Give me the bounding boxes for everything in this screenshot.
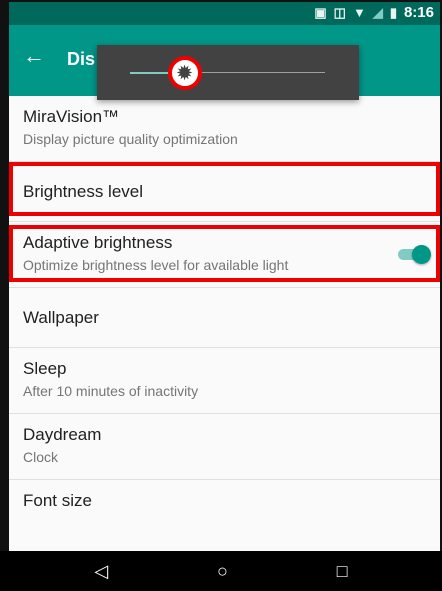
status-icons: ▣ ◫ ▼ ◢ ▮ 8:16 xyxy=(314,4,434,21)
setting-title: Adaptive brightness xyxy=(23,233,173,252)
setting-title: MiraVision™ xyxy=(23,107,120,126)
back-triangle-icon[interactable]: ◁ xyxy=(94,561,108,582)
brightness-icon[interactable]: ✹ xyxy=(167,56,202,90)
cast-icon: ▣ xyxy=(314,4,327,20)
setting-subtitle: After 10 minutes of inactivity xyxy=(23,383,199,399)
navigation-bar: ◁ ○ □ xyxy=(0,551,442,591)
setting-subtitle: Clock xyxy=(23,449,59,465)
setting-title: Brightness level xyxy=(23,182,144,201)
status-bar: ▣ ◫ ▼ ◢ ▮ 8:16 xyxy=(0,0,442,25)
setting-miravision[interactable]: MiraVision™ Display picture quality opti… xyxy=(9,96,440,162)
setting-font-size[interactable]: Font size xyxy=(9,480,440,546)
setting-title: Font size xyxy=(23,491,92,510)
setting-daydream[interactable]: Daydream Clock xyxy=(9,414,440,480)
setting-title: Sleep xyxy=(23,359,67,378)
setting-title: Wallpaper xyxy=(23,308,99,327)
vibrate-icon: ◫ xyxy=(333,4,346,20)
home-circle-icon[interactable]: ○ xyxy=(217,561,228,582)
setting-title: Daydream xyxy=(23,425,102,444)
setting-adaptive-brightness[interactable]: Adaptive brightness Optimize brightness … xyxy=(9,222,440,288)
wifi-icon: ▼ xyxy=(352,5,366,20)
toggle-thumb xyxy=(412,245,431,264)
arrow-left-icon[interactable]: ← xyxy=(23,45,45,67)
settings-list: MiraVision™ Display picture quality opti… xyxy=(9,96,440,546)
setting-brightness-level[interactable]: Brightness level xyxy=(9,162,440,222)
setting-sleep[interactable]: Sleep After 10 minutes of inactivity xyxy=(9,348,440,414)
recents-square-icon[interactable]: □ xyxy=(337,561,348,582)
brightness-slider-popup: ✹ xyxy=(97,45,359,100)
status-time: 8:16 xyxy=(403,4,434,21)
setting-wallpaper[interactable]: Wallpaper xyxy=(9,288,440,348)
setting-subtitle: Optimize brightness level for available … xyxy=(23,257,289,273)
battery-icon: ▮ xyxy=(389,4,397,20)
setting-subtitle: Display picture quality optimization xyxy=(23,131,238,147)
no-signal-icon: ◢ xyxy=(372,4,383,20)
adaptive-brightness-toggle[interactable] xyxy=(396,244,431,264)
page-title: Dis xyxy=(67,49,96,69)
slider-track[interactable] xyxy=(184,72,325,73)
